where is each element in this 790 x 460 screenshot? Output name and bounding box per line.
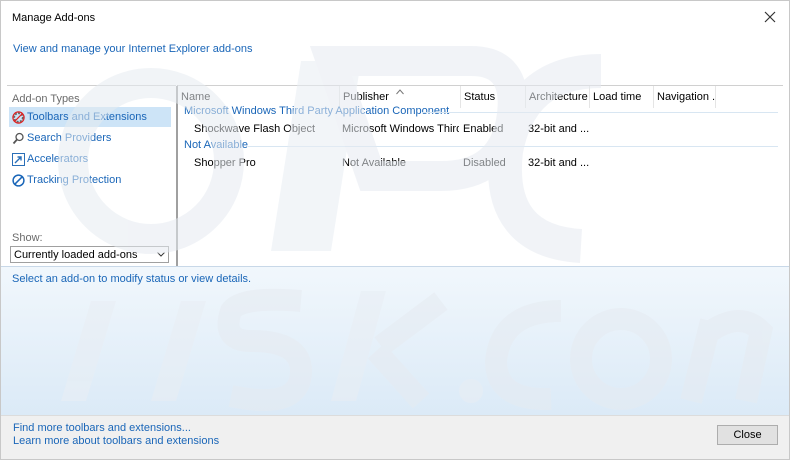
- close-button[interactable]: Close: [717, 425, 778, 445]
- chevron-down-icon: [154, 252, 168, 257]
- addon-types-label: Add-on Types: [12, 93, 80, 105]
- table-row[interactable]: Shockwave Flash Object Microsoft Windows…: [178, 121, 783, 139]
- cell-name: Shopper Pro: [194, 157, 256, 169]
- search-icon: [12, 132, 25, 145]
- gear-block-icon: [12, 110, 25, 124]
- close-icon[interactable]: [763, 10, 777, 24]
- table-row[interactable]: Shopper Pro Not Available Disabled 32-bi…: [178, 155, 783, 173]
- show-label: Show:: [12, 232, 43, 244]
- sort-ascending-icon: [396, 86, 404, 95]
- group-header: Microsoft Windows Third Party Applicatio…: [184, 105, 450, 117]
- addon-types-pane: Add-on Types Toolbars and Extensions Sea…: [7, 85, 177, 267]
- learn-more-toolbars-link[interactable]: Learn more about toolbars and extensions: [13, 435, 219, 447]
- find-more-toolbars-link[interactable]: Find more toolbars and extensions...: [13, 422, 191, 434]
- column-header-navigation[interactable]: Navigation ...: [654, 86, 716, 108]
- group-separator: [422, 112, 778, 113]
- no-entry-icon: [12, 173, 25, 187]
- type-item-toolbars-extensions[interactable]: Toolbars and Extensions: [9, 107, 171, 127]
- manage-addons-window: Manage Add-ons View and manage your Inte…: [0, 0, 790, 460]
- type-item-label: Tracking Protection: [27, 174, 122, 186]
- window-title: Manage Add-ons: [12, 12, 96, 24]
- type-item-accelerators[interactable]: Accelerators: [9, 149, 171, 169]
- cell-architecture: 32-bit and ...: [528, 157, 590, 169]
- title-bar: Manage Add-ons: [1, 1, 789, 35]
- cell-status: Enabled: [463, 123, 504, 135]
- group-separator: [248, 146, 778, 147]
- type-item-label: Search Providers: [27, 132, 112, 144]
- show-filter-select[interactable]: Currently loaded add-ons: [10, 246, 169, 263]
- type-item-label: Accelerators: [27, 153, 89, 165]
- details-hint: Select an add-on to modify status or vie…: [12, 273, 252, 285]
- column-header-architecture[interactable]: Architecture: [526, 86, 590, 108]
- cell-publisher: Microsoft Windows Third...: [342, 123, 459, 135]
- cell-name: Shockwave Flash Object: [194, 123, 316, 135]
- type-item-tracking-protection[interactable]: Tracking Protection: [9, 170, 171, 190]
- group-header: Not Available: [184, 139, 249, 151]
- show-filter-value: Currently loaded add-ons: [14, 248, 138, 261]
- panes: Add-on Types Toolbars and Extensions Sea…: [7, 85, 783, 267]
- footer: Find more toolbars and extensions... Lea…: [1, 415, 789, 459]
- view-manage-addons-link[interactable]: View and manage your Internet Explorer a…: [13, 43, 253, 55]
- details-panel: Select an add-on to modify status or vie…: [1, 266, 789, 416]
- cell-publisher: Not Available: [342, 157, 407, 169]
- accelerator-icon: [12, 152, 25, 166]
- type-item-label: Toolbars and Extensions: [27, 111, 147, 123]
- column-header-status[interactable]: Status: [461, 86, 526, 108]
- type-item-search-providers[interactable]: Search Providers: [9, 128, 171, 148]
- cell-status: Disabled: [463, 157, 506, 169]
- cell-architecture: 32-bit and ...: [528, 123, 590, 135]
- addons-list: Name Publisher Status Architecture Load …: [177, 85, 783, 266]
- column-header-load-time[interactable]: Load time: [590, 86, 654, 108]
